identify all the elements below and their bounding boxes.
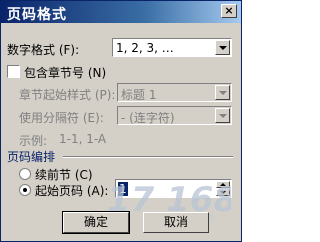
example-label: 示例: <box>19 134 48 148</box>
start-at-radio[interactable] <box>19 184 31 196</box>
chapter-style-dropdown-button[interactable] <box>215 85 230 100</box>
cancel-button[interactable]: 取消 <box>143 212 209 233</box>
separator-dropdown-button[interactable] <box>215 108 230 123</box>
example-value: 1-1, 1-A <box>59 132 107 146</box>
continue-previous-radio[interactable] <box>19 168 31 180</box>
number-format-dropdown-button[interactable] <box>215 40 230 55</box>
radio-selected-dot <box>23 188 27 192</box>
continue-previous-label[interactable]: 续前节 (C) <box>35 166 93 183</box>
number-format-select[interactable]: 1, 2, 3, … <box>112 38 232 57</box>
ok-button[interactable]: 确定 <box>62 211 130 234</box>
title-bar[interactable]: 页码格式 × <box>1 1 241 23</box>
separator-select[interactable]: - (连字符) <box>117 106 232 125</box>
number-format-value: 1, 2, 3, … <box>116 41 174 55</box>
start-at-label[interactable]: 起始页码 (A): <box>35 182 108 199</box>
chapter-style-label: 章节起始样式 (P): <box>19 88 116 102</box>
chevron-down-icon <box>219 91 227 95</box>
close-icon: × <box>224 4 234 17</box>
chapter-style-select[interactable]: 标题 1 <box>117 83 232 102</box>
number-format-label: 数字格式 (F): <box>7 43 80 57</box>
include-chapter-checkbox[interactable] <box>7 65 20 78</box>
chevron-down-icon <box>219 114 227 118</box>
separator-value: - (连字符) <box>121 111 175 125</box>
page-numbering-group-label: 页码编排 <box>7 150 56 164</box>
chapter-style-value: 标题 1 <box>121 88 157 102</box>
close-button[interactable]: × <box>221 4 237 18</box>
page-number-format-dialog: 页码格式 × 数字格式 (F): 1, 2, 3, … 包含章节号 (N) 章节… <box>0 0 242 242</box>
include-chapter-label[interactable]: 包含章节号 (N) <box>24 64 106 81</box>
dialog-title: 页码格式 <box>7 7 67 23</box>
group-divider <box>63 156 233 158</box>
separator-label: 使用分隔符 (E): <box>19 111 104 125</box>
chevron-down-icon <box>219 46 227 50</box>
